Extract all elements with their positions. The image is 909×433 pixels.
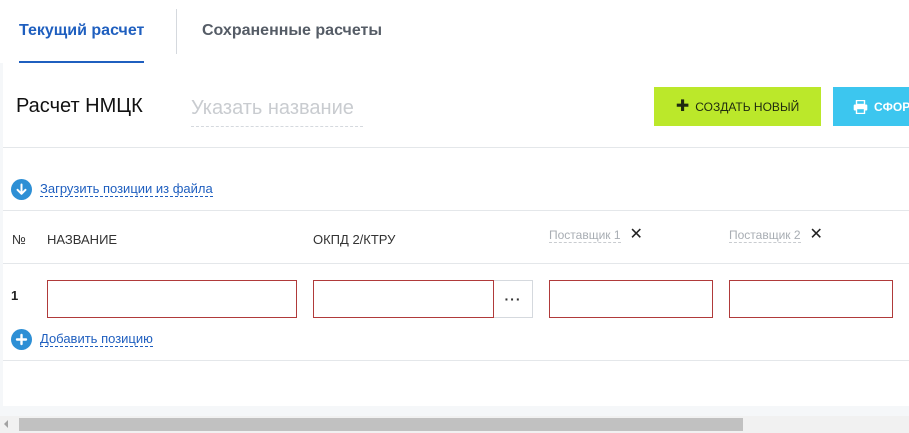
add-position-link[interactable]: Добавить позицию — [40, 331, 153, 347]
supplier-2-price-input[interactable] — [729, 280, 893, 318]
scrollbar-thumb[interactable] — [19, 418, 743, 431]
tab-current-calculation[interactable]: Текущий расчет — [19, 0, 145, 63]
supplier-1-price-input[interactable] — [549, 280, 713, 318]
tab-saved-calculations[interactable]: Сохраненные расчеты — [202, 0, 382, 63]
printer-icon — [853, 99, 868, 114]
okpd-select-more-button[interactable]: ··· — [494, 280, 533, 318]
tab-divider — [176, 9, 177, 54]
scroll-left-arrow-icon[interactable] — [4, 420, 8, 428]
create-new-label: СОЗДАТЬ НОВЫЙ — [695, 99, 800, 114]
positions-table-header: № НАЗВАНИЕ ОКПД 2/КТРУ Поставщик 1 ✕ Пос… — [3, 210, 909, 264]
download-arrow-icon[interactable] — [11, 178, 32, 200]
generate-label: СФОРМИРОВАТЬ — [874, 99, 909, 114]
app-root: Текущий расчет Сохраненные расчеты Расче… — [0, 0, 909, 433]
position-name-input[interactable] — [47, 280, 297, 318]
remove-supplier-2-close-icon[interactable]: ✕ — [810, 227, 823, 243]
column-header-name: НАЗВАНИЕ — [47, 232, 118, 247]
row-number: 1 — [11, 288, 19, 303]
supplier-1-name[interactable]: Поставщик 1 — [549, 228, 621, 243]
column-header-supplier-2: Поставщик 2 ✕ — [729, 227, 823, 243]
horizontal-scrollbar[interactable] — [0, 416, 909, 433]
generate-button[interactable]: СФОРМИРОВАТЬ — [833, 87, 909, 126]
column-header-okpd: ОКПД 2/КТРУ — [313, 232, 396, 247]
remove-supplier-1-close-icon[interactable]: ✕ — [630, 227, 643, 243]
calculation-name-input[interactable] — [191, 91, 363, 127]
calculation-header: Расчет НМЦК ✚ СОЗДАТЬ НОВЫЙ СФОРМИРОВАТЬ — [3, 63, 909, 148]
column-header-number: № — [12, 232, 26, 247]
calculation-card: Расчет НМЦК ✚ СОЗДАТЬ НОВЫЙ СФОРМИРОВАТЬ — [3, 63, 909, 406]
create-new-button[interactable]: ✚ СОЗДАТЬ НОВЫЙ — [654, 87, 821, 126]
plus-circle-icon[interactable] — [11, 328, 32, 350]
tab-bar: Текущий расчет Сохраненные расчеты — [0, 0, 909, 63]
upload-from-file-row: Загрузить позиции из файла — [11, 178, 213, 200]
okpd-code-input[interactable] — [313, 280, 494, 318]
supplier-2-name[interactable]: Поставщик 2 — [729, 228, 801, 243]
table-bottom-divider — [3, 360, 909, 361]
plus-icon: ✚ — [675, 97, 690, 115]
upload-from-file-link[interactable]: Загрузить позиции из файла — [40, 181, 213, 197]
add-position-row: Добавить позицию — [11, 328, 153, 350]
page-title: Расчет НМЦК — [16, 95, 143, 117]
column-header-supplier-1: Поставщик 1 ✕ — [549, 227, 643, 243]
